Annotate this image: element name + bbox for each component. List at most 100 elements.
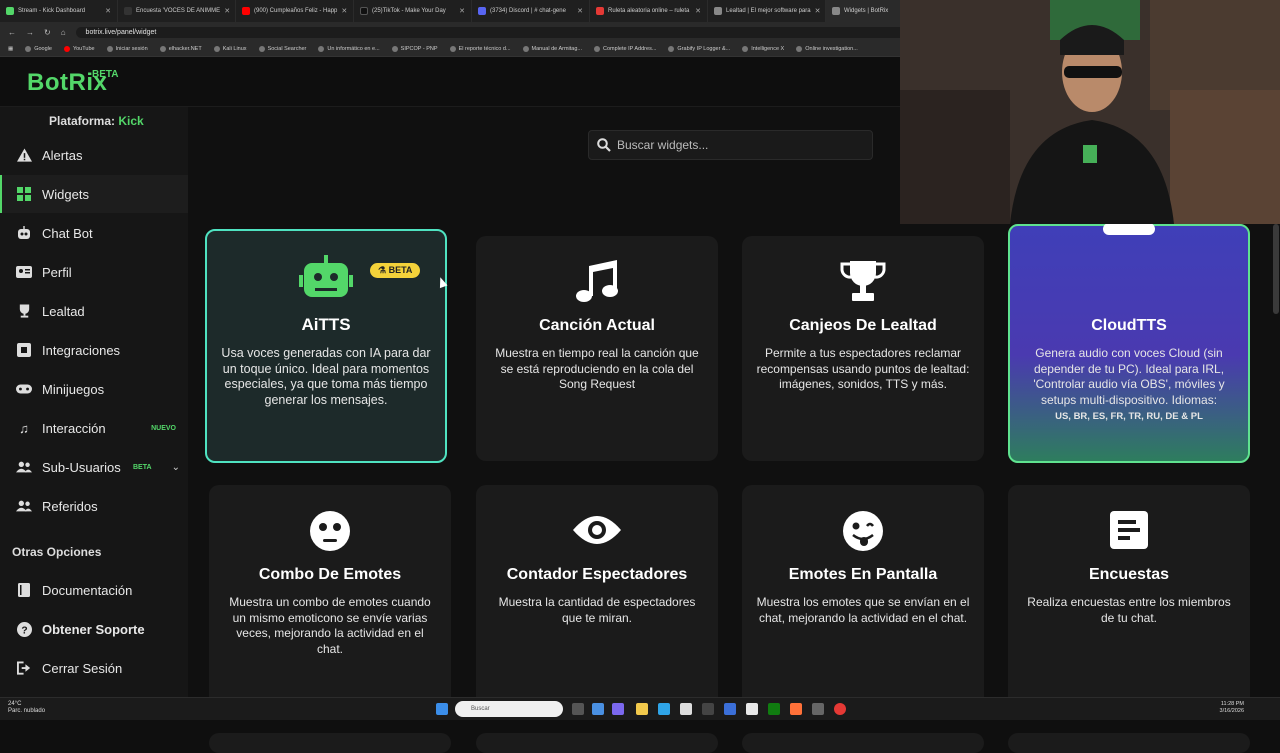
bookmark-label: YouTube <box>72 46 95 52</box>
widget-card-partial[interactable] <box>476 733 718 753</box>
bookmark-item[interactable]: Iniciar sesión <box>106 46 148 52</box>
sidebar-item-lealtad[interactable]: Lealtad <box>0 292 188 330</box>
firefox-icon[interactable] <box>790 703 802 715</box>
apps-grid-icon[interactable]: ▦ <box>8 46 13 52</box>
eye-icon <box>476 514 718 546</box>
forward-icon[interactable]: → <box>26 28 34 37</box>
bookmark-item[interactable]: Kali Linux <box>213 46 247 52</box>
sidebar-item-cerrar-sesion[interactable]: Cerrar Sesión <box>0 649 188 687</box>
bookmark-item[interactable]: Google <box>25 46 52 52</box>
notepad-icon[interactable] <box>746 703 758 715</box>
widget-card-contador-espectadores[interactable]: Contador Espectadores Muestra la cantida… <box>476 485 718 710</box>
app-icon[interactable] <box>702 703 714 715</box>
bookmark-item[interactable]: elhacker.NET <box>159 46 202 52</box>
tiktok-favicon-icon <box>124 7 132 15</box>
id-card-icon <box>16 264 32 280</box>
widget-card-emotes-pantalla[interactable]: Emotes En Pantalla Muestra los emotes qu… <box>742 485 984 710</box>
bookmark-item[interactable]: Complete IP Addres... <box>594 46 656 52</box>
vscode-icon[interactable] <box>724 703 736 715</box>
browser-tab[interactable]: (3734) Discord | # chat-gene ✕ <box>472 0 590 22</box>
bookmark-item[interactable]: Online investigation... <box>796 46 858 52</box>
grid-icon <box>16 186 32 202</box>
widget-card-canjeos-lealtad[interactable]: Canjeos De Lealtad Permite a tus especta… <box>742 236 984 461</box>
sidebar-item-documentacion[interactable]: Documentación <box>0 571 188 609</box>
browser-tab[interactable]: Ruleta aleatoria online – ruleta ✕ <box>590 0 708 22</box>
widget-card-combo-emotes[interactable]: Combo De Emotes Muestra un combo de emot… <box>209 485 451 710</box>
chevron-down-icon[interactable]: ⌄ <box>172 462 180 473</box>
bookmark-label: SIPCOP - PNP <box>400 46 438 52</box>
browser-tab[interactable]: Encuesta 'VOCES DE ANIMME ✕ <box>118 0 236 22</box>
weather-widget[interactable]: 24°C Parc. nublado <box>8 701 45 715</box>
bookmark-item[interactable]: YouTube <box>63 46 95 52</box>
streamer-webcam-image <box>900 0 1280 224</box>
bookmark-item[interactable]: Un informático en e... <box>318 46 380 52</box>
bookmark-favicon-icon <box>742 46 749 52</box>
sidebar-item-integraciones[interactable]: Integraciones <box>0 331 188 369</box>
chrome-icon[interactable] <box>834 703 846 715</box>
xbox-icon[interactable] <box>768 703 780 715</box>
widget-card-partial[interactable] <box>742 733 984 753</box>
close-tab-icon[interactable]: ✕ <box>105 7 111 15</box>
sidebar-item-referidos[interactable]: Referidos <box>0 487 188 525</box>
widget-card-encuestas[interactable]: Encuestas Realiza encuestas entre los mi… <box>1008 485 1250 710</box>
page-scrollbar[interactable] <box>1273 224 1279 314</box>
widget-card-cancion-actual[interactable]: Canción Actual Muestra en tiempo real la… <box>476 236 718 461</box>
bookmark-item[interactable]: SIPCOP - PNP <box>391 46 438 52</box>
widget-card-cloudtts[interactable]: CloudTTS Genera audio con voces Cloud (s… <box>1008 223 1250 463</box>
sidebar-item-minijuegos[interactable]: Minijuegos <box>0 370 188 408</box>
bookmark-favicon-icon <box>522 46 529 52</box>
browser-tab[interactable]: (25)TikTok - Make Your Day ✕ <box>354 0 472 22</box>
file-explorer-icon[interactable] <box>636 703 648 715</box>
bookmark-favicon-icon <box>159 46 166 52</box>
widget-card-aitts[interactable]: ⚗ BETA AiTTS Usa voces generadas con IA … <box>205 229 447 463</box>
close-tab-icon[interactable]: ✕ <box>577 7 583 15</box>
tab-label: Ruleta aleatoria online – ruleta <box>608 8 690 14</box>
taskbar-search[interactable]: Buscar <box>455 701 563 717</box>
sidebar-item-interaccion[interactable]: ♫ Interacción NUEVO <box>0 409 188 447</box>
store-icon[interactable] <box>680 703 692 715</box>
bookmark-favicon-icon <box>796 46 803 52</box>
poll-icon <box>1008 511 1250 549</box>
botrix-favicon-icon <box>832 7 840 15</box>
bookmark-item[interactable]: Intelligence X <box>742 46 784 52</box>
sidebar-item-label: Documentación <box>42 582 133 598</box>
card-title: AiTTS <box>301 315 351 334</box>
sidebar-item-alertas[interactable]: Alertas <box>0 136 188 174</box>
browser-tab[interactable]: (900) Cumpleaños Feliz - Happ ✕ <box>236 0 354 22</box>
sidebar-item-sub-usuarios[interactable]: Sub-Usuarios BETA ⌄ <box>0 448 188 486</box>
close-tab-icon[interactable]: ✕ <box>341 7 347 15</box>
app-icon[interactable] <box>812 703 824 715</box>
edge-icon[interactable] <box>658 703 670 715</box>
widget-card-partial[interactable] <box>1008 733 1250 753</box>
close-tab-icon[interactable]: ✕ <box>815 7 821 15</box>
sidebar-item-perfil[interactable]: Perfil <box>0 253 188 291</box>
close-tab-icon[interactable]: ✕ <box>224 7 230 15</box>
browser-tab[interactable]: Lealtad | El mejor software para ✕ <box>708 0 826 22</box>
widget-card-partial[interactable] <box>209 733 451 753</box>
back-icon[interactable]: ← <box>8 28 16 37</box>
cloud-icon <box>1010 223 1248 235</box>
home-icon[interactable]: ⌂ <box>61 28 66 37</box>
widget-search[interactable] <box>588 130 873 160</box>
sidebar-item-chat-bot[interactable]: Chat Bot <box>0 214 188 252</box>
taskbar-clock[interactable]: 11:28 PM 3/16/2026 <box>1220 701 1244 715</box>
bookmark-item[interactable]: Social Searcher <box>258 46 306 52</box>
bookmark-item[interactable]: El reporte técnico d... <box>449 46 511 52</box>
copilot-icon[interactable] <box>592 703 604 715</box>
sidebar-item-soporte[interactable]: ? Obtener Soporte <box>0 610 188 648</box>
sidebar: Plataforma: Kick Alertas Widgets Chat Bo… <box>0 107 188 697</box>
bookmark-favicon-icon <box>318 46 325 52</box>
logout-icon <box>16 660 32 676</box>
search-input[interactable] <box>617 138 857 152</box>
windows-start-icon[interactable] <box>436 703 448 715</box>
bookmark-item[interactable]: Grabify IP Logger &... <box>668 46 730 52</box>
teams-icon[interactable] <box>612 703 624 715</box>
close-tab-icon[interactable]: ✕ <box>459 7 465 15</box>
sidebar-item-widgets[interactable]: Widgets <box>0 175 188 213</box>
bookmark-item[interactable]: Manual de Armitag... <box>522 46 582 52</box>
close-tab-icon[interactable]: ✕ <box>695 7 701 15</box>
task-view-icon[interactable] <box>572 703 584 715</box>
url-field[interactable]: botrix.live/panel/widget <box>75 26 936 38</box>
browser-tab[interactable]: Stream - Kick Dashboard ✕ <box>0 0 118 22</box>
reload-icon[interactable]: ↻ <box>44 28 51 37</box>
